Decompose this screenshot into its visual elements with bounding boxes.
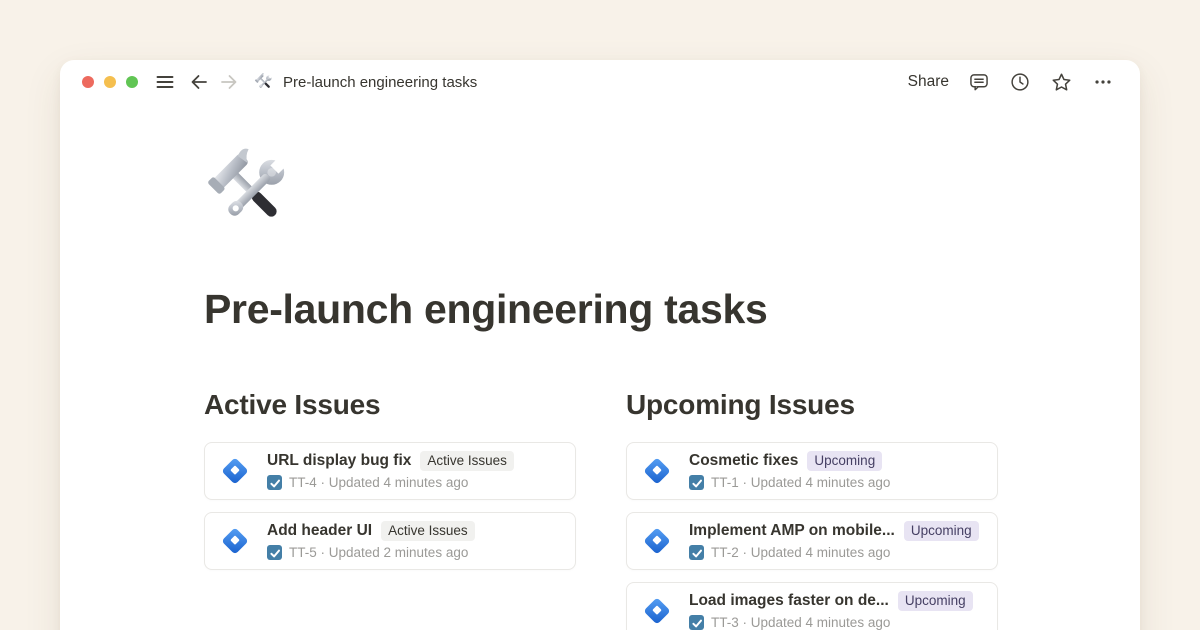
issue-meta: TT-3 · Updated 4 minutes ago [711, 615, 890, 630]
column-heading[interactable]: Active Issues [204, 389, 576, 421]
issue-title: Add header UI [267, 522, 372, 540]
toolbar-actions: Share [908, 71, 1114, 94]
jira-icon [218, 524, 252, 558]
checked-checkbox-icon[interactable] [267, 475, 282, 490]
checked-checkbox-icon[interactable] [267, 545, 282, 560]
status-badge: Upcoming [904, 521, 979, 541]
forward-arrow-icon[interactable] [219, 73, 239, 91]
comments-icon[interactable] [968, 71, 990, 93]
issue-card[interactable]: Load images faster on de... Upcoming TT-… [626, 582, 998, 630]
issue-title: URL display bug fix [267, 452, 411, 470]
back-arrow-icon[interactable] [189, 73, 209, 91]
breadcrumb-page-title[interactable]: Pre-launch engineering tasks [283, 74, 477, 91]
window-controls [82, 76, 138, 88]
issue-card[interactable]: Implement AMP on mobile... Upcoming TT-2… [626, 512, 998, 570]
toolbar: Pre-launch engineering tasks Share [60, 60, 1140, 104]
issue-meta: TT-1 · Updated 4 minutes ago [711, 475, 890, 490]
status-badge: Active Issues [420, 451, 514, 471]
jira-icon [640, 594, 674, 628]
issue-title: Implement AMP on mobile... [689, 522, 895, 540]
column-active-issues: Active Issues URL display bug fix Active… [204, 389, 576, 630]
minimize-window-button[interactable] [104, 76, 116, 88]
close-window-button[interactable] [82, 76, 94, 88]
checked-checkbox-icon[interactable] [689, 475, 704, 490]
issue-card[interactable]: Add header UI Active Issues TT-5 · Updat… [204, 512, 576, 570]
issue-columns: Active Issues URL display bug fix Active… [204, 389, 1140, 630]
sidebar-menu-icon[interactable] [155, 72, 175, 92]
status-badge: Upcoming [898, 591, 973, 611]
issue-card[interactable]: Cosmetic fixes Upcoming TT-1 · Updated 4… [626, 442, 998, 500]
page-content: Pre-launch engineering tasks Active Issu… [60, 104, 1140, 630]
status-badge: Upcoming [807, 451, 882, 471]
column-upcoming-issues: Upcoming Issues Cosmetic fixes Upcoming … [626, 389, 998, 630]
column-heading[interactable]: Upcoming Issues [626, 389, 998, 421]
issue-title: Cosmetic fixes [689, 452, 798, 470]
checked-checkbox-icon[interactable] [689, 615, 704, 630]
app-window: Pre-launch engineering tasks Share [60, 60, 1140, 630]
issue-meta: TT-5 · Updated 2 minutes ago [289, 545, 468, 560]
jira-icon [218, 454, 252, 488]
jira-icon [640, 454, 674, 488]
favorite-star-icon[interactable] [1050, 71, 1073, 94]
issue-card[interactable]: URL display bug fix Active Issues TT-4 ·… [204, 442, 576, 500]
updates-clock-icon[interactable] [1009, 71, 1031, 93]
page-title[interactable]: Pre-launch engineering tasks [204, 286, 1140, 333]
checked-checkbox-icon[interactable] [689, 545, 704, 560]
jira-icon [640, 524, 674, 558]
hammer-wrench-icon [254, 72, 275, 93]
share-button[interactable]: Share [908, 73, 949, 91]
issue-title: Load images faster on de... [689, 592, 889, 610]
hammer-wrench-page-icon[interactable] [204, 144, 300, 240]
status-badge: Active Issues [381, 521, 475, 541]
more-ellipsis-icon[interactable] [1092, 71, 1114, 93]
issue-meta: TT-2 · Updated 4 minutes ago [711, 545, 890, 560]
zoom-window-button[interactable] [126, 76, 138, 88]
issue-meta: TT-4 · Updated 4 minutes ago [289, 475, 468, 490]
